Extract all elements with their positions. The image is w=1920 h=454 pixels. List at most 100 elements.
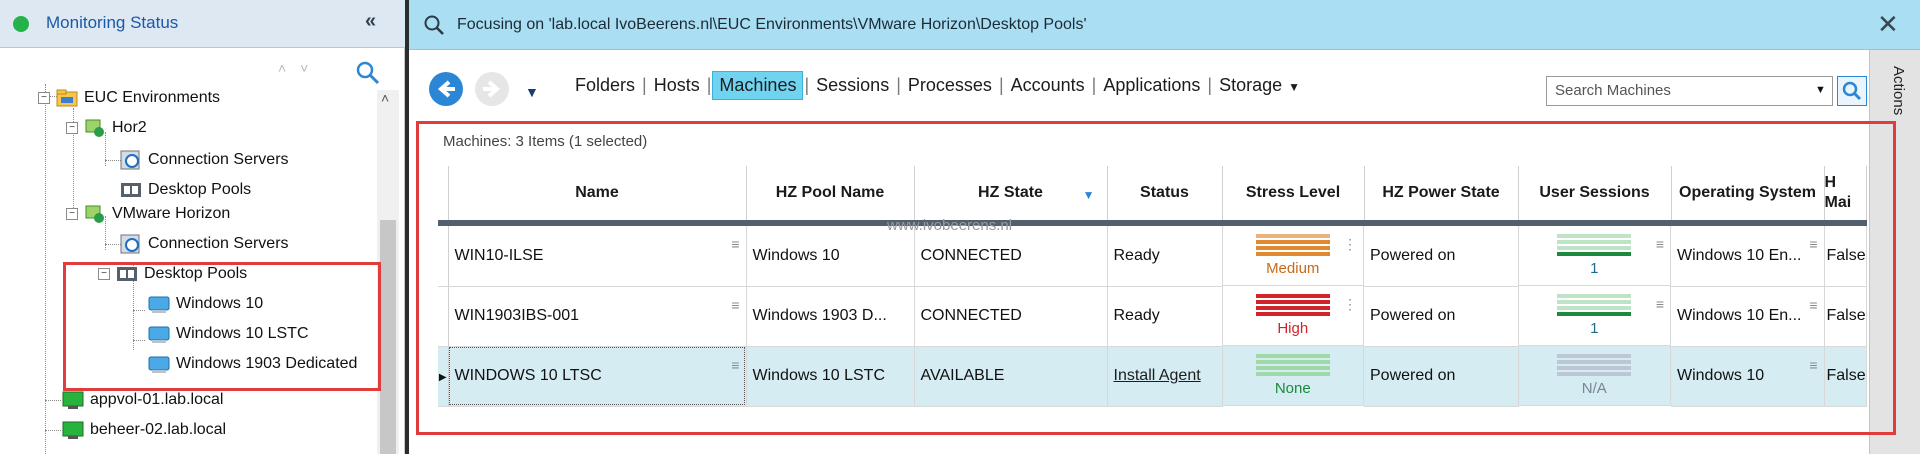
folder-icon: [56, 89, 78, 107]
search-icon[interactable]: [355, 60, 381, 86]
tree-node-label: EUC Environments: [84, 89, 221, 106]
back-button[interactable]: [429, 72, 463, 106]
items-count-label: Machines: 3 Items (1 selected): [443, 133, 648, 150]
install-agent-link[interactable]: Install Agent: [1114, 367, 1201, 384]
collapse-toggle-icon[interactable]: −: [66, 122, 78, 134]
horizon-site-icon: [85, 205, 104, 223]
search-icon: [1842, 81, 1862, 101]
forward-button[interactable]: [475, 72, 509, 106]
tree-node-hor2-desktop-pools[interactable]: Desktop Pools: [120, 178, 251, 202]
tab-accounts[interactable]: Accounts: [1005, 72, 1091, 99]
cell-menu-icon[interactable]: ⋮: [1343, 296, 1357, 313]
chevron-down-icon[interactable]: ▼: [1815, 84, 1826, 96]
tree-node-hor2-connection-servers[interactable]: Connection Servers: [120, 148, 289, 172]
cell-maintenance: False: [1824, 286, 1867, 347]
close-icon[interactable]: ✕: [1877, 9, 1899, 40]
column-header-hz-pool-name[interactable]: HZ Pool Name: [746, 166, 915, 226]
cell-name: WIN1903IBS-001 ≡: [448, 286, 747, 347]
tree-node-label: Connection Servers: [148, 235, 289, 252]
cell-menu-icon[interactable]: ≡: [1656, 296, 1664, 312]
os-value: Windows 10 En...: [1677, 307, 1802, 324]
cell-menu-icon[interactable]: ≡: [1809, 297, 1817, 313]
table-header-row: Name HZ Pool Name HZ State ▼ Status Stres…: [438, 166, 1867, 226]
column-header-name[interactable]: Name: [448, 166, 747, 226]
collapse-toggle-icon[interactable]: −: [66, 208, 78, 220]
collapse-panel-button[interactable]: «: [365, 10, 376, 33]
row-selector[interactable]: [438, 223, 449, 287]
tree-node-euc-environments[interactable]: − EUC Environments: [38, 86, 220, 110]
column-header-operating-system[interactable]: Operating System: [1671, 166, 1825, 226]
cell-maintenance: False: [1824, 346, 1867, 407]
cell-state: CONNECTED: [914, 286, 1108, 347]
cell-menu-icon[interactable]: ≡: [1809, 357, 1817, 373]
tree-node-machine-beheer[interactable]: beheer-02.lab.local: [62, 418, 226, 442]
column-header-hz-maintenance[interactable]: H Mai: [1824, 166, 1867, 226]
row-selector[interactable]: [438, 286, 449, 347]
sessions-count: 1: [1590, 320, 1599, 337]
table-row[interactable]: WIN1903IBS-001 ≡ Windows 1903 D... CONNEC…: [438, 286, 1867, 347]
horizon-site-icon: [85, 119, 104, 137]
cell-status: Ready: [1107, 286, 1223, 347]
app-window: Monitoring Status « ˄˅ ˄ − EUC Environme…: [0, 0, 1920, 454]
cell-menu-icon[interactable]: ⋮: [1343, 236, 1357, 253]
monitoring-status-label: Monitoring Status: [46, 13, 179, 32]
tree-node-label: beheer-02.lab.local: [90, 421, 227, 438]
table-row[interactable]: WIN10-ILSE ≡ Windows 10 CONNECTED Ready M…: [438, 223, 1867, 287]
column-header-status[interactable]: Status: [1107, 166, 1223, 226]
navigation-panel: Monitoring Status « ˄˅ ˄ − EUC Environme…: [0, 0, 405, 454]
machines-table: Name HZ Pool Name HZ State ▼ Status Stres…: [438, 166, 1867, 407]
current-row-icon: ▶: [438, 372, 447, 383]
tree-node-machine-appvol[interactable]: appvol-01.lab.local: [62, 388, 223, 412]
tab-sessions[interactable]: Sessions: [810, 72, 895, 99]
tree-node-vmware-horizon[interactable]: − VMware Horizon: [66, 202, 230, 226]
sessions-gauge: [1557, 294, 1632, 316]
cell-stress-level: Medium ⋮: [1222, 226, 1364, 286]
row-selector[interactable]: ▶: [438, 346, 449, 407]
column-header-label: HZ State: [978, 184, 1043, 201]
main-panel: Focusing on 'lab.local IvoBeerens.nl\EUC…: [409, 0, 1920, 454]
stress-gauge-medium: [1255, 234, 1330, 256]
column-header-stress-level[interactable]: Stress Level: [1222, 166, 1365, 226]
cell-stress-level: None: [1222, 346, 1364, 406]
breadcrumb: Focusing on 'lab.local IvoBeerens.nl\EUC…: [457, 16, 1087, 33]
cell-os: Windows 10 En... ≡: [1671, 223, 1825, 287]
arrow-left-icon: [437, 80, 455, 98]
tree-node-label: Desktop Pools: [148, 181, 252, 198]
cell-stress-level: High ⋮: [1222, 286, 1364, 346]
tree-node-hor2[interactable]: − Hor2: [66, 116, 147, 140]
monitoring-status-header[interactable]: Monitoring Status «: [0, 0, 405, 48]
machine-powered-on-icon: [62, 391, 84, 409]
history-dropdown-icon[interactable]: ▼: [525, 84, 539, 100]
column-header-hz-state[interactable]: HZ State ▼: [914, 166, 1108, 226]
cell-menu-icon[interactable]: ≡: [731, 297, 739, 313]
cell-menu-icon[interactable]: ≡: [1809, 236, 1817, 252]
scrollbar-thumb[interactable]: [380, 220, 396, 454]
view-tabs: Folders | Hosts | Machines | Sessions | Proc…: [569, 70, 1306, 100]
os-value: Windows 10 En...: [1677, 246, 1802, 264]
column-header-user-sessions[interactable]: User Sessions: [1518, 166, 1672, 226]
collapse-toggle-icon[interactable]: −: [38, 92, 50, 104]
tab-storage-label: Storage: [1219, 74, 1283, 95]
search-machines-input[interactable]: Search Machines ▼: [1546, 76, 1833, 106]
table-row-selected[interactable]: ▶ WINDOWS 10 LTSC ≡ Windows 10 LSTC AVAIL…: [438, 346, 1867, 407]
sessions-gauge: [1557, 354, 1632, 376]
chevron-up-icon[interactable]: ˄: [381, 90, 389, 106]
sort-descending-icon[interactable]: ▼: [1083, 188, 1095, 202]
column-header-hz-power-state[interactable]: HZ Power State: [1364, 166, 1519, 226]
search-placeholder: Search Machines: [1555, 82, 1671, 99]
cell-menu-icon[interactable]: ≡: [731, 236, 739, 252]
tab-applications[interactable]: Applications: [1097, 72, 1206, 99]
search-button[interactable]: [1837, 76, 1867, 106]
cell-menu-icon[interactable]: ≡: [731, 357, 739, 373]
cell-status: Install Agent: [1107, 346, 1223, 407]
tab-storage[interactable]: Storage ▼: [1213, 72, 1306, 99]
tab-machines[interactable]: Machines: [712, 70, 804, 100]
tree-node-vh-connection-servers[interactable]: Connection Servers: [120, 232, 289, 256]
cell-menu-icon[interactable]: ≡: [1656, 236, 1664, 252]
tree-node-label: appvol-01.lab.local: [90, 391, 224, 408]
cell-power-state: Powered on: [1364, 286, 1519, 347]
tab-folders[interactable]: Folders: [569, 72, 641, 99]
tab-hosts[interactable]: Hosts: [648, 72, 706, 99]
tree-scroll-arrows[interactable]: ˄˅: [278, 60, 322, 76]
tab-processes[interactable]: Processes: [902, 72, 998, 99]
